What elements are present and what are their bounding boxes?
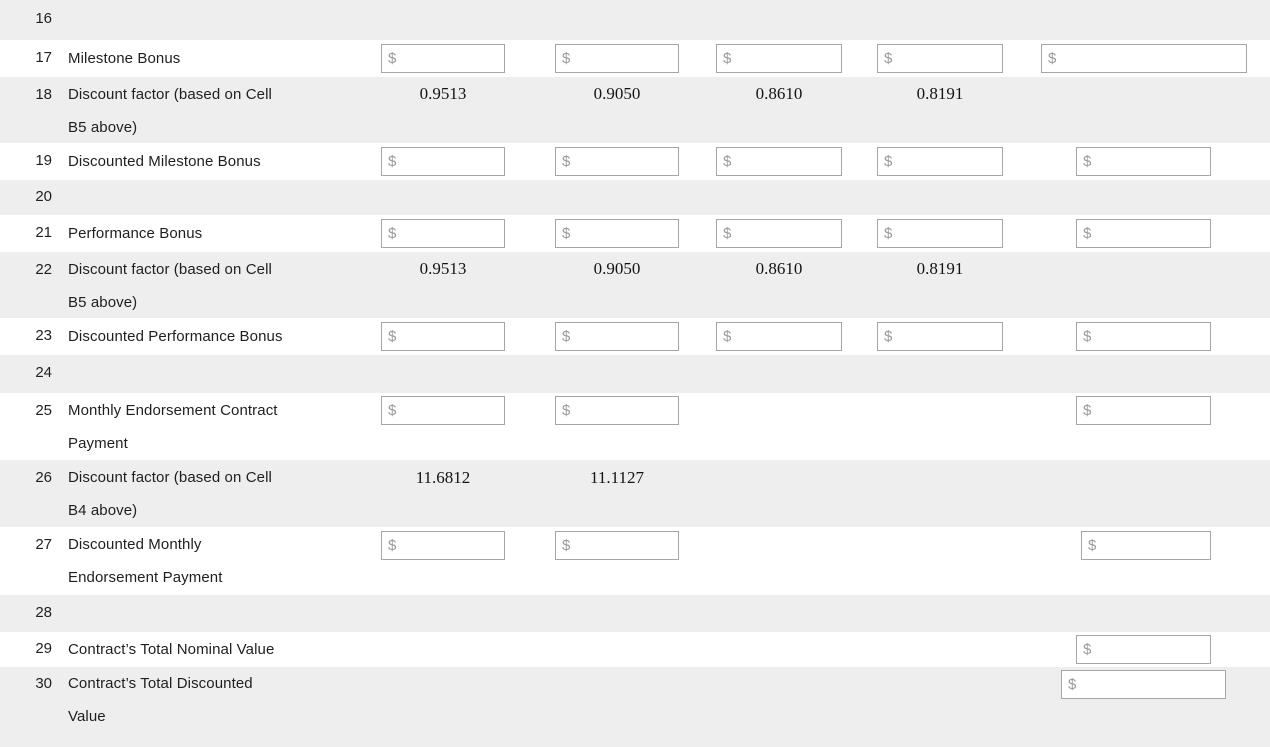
table-row: 17 Milestone Bonus xyxy=(0,40,1270,77)
row-label: Monthly Endorsement Contract Payment xyxy=(68,394,388,460)
discount-factor-monthly-year1: 11.6812 xyxy=(415,468,471,487)
row-number: 18 xyxy=(35,86,52,103)
discount-factor-perf-year2: 0.9050 xyxy=(593,259,641,278)
performance-bonus-year2-input[interactable] xyxy=(555,219,679,248)
row-label-line1: Monthly Endorsement Contract xyxy=(68,402,278,419)
row-number: 28 xyxy=(35,604,52,621)
monthly-endorsement-year1-input[interactable] xyxy=(381,396,505,425)
discounted-milestone-year4-input[interactable] xyxy=(877,147,1003,176)
row-number: 29 xyxy=(35,640,52,657)
performance-bonus-year3-input[interactable] xyxy=(716,219,842,248)
total-discounted-value-input[interactable] xyxy=(1061,670,1226,699)
discounted-monthly-year1-input[interactable] xyxy=(381,531,505,560)
row-number: 16 xyxy=(35,10,52,27)
discounted-milestone-total-input[interactable] xyxy=(1076,147,1211,176)
discount-factor-year1: 0.9513 xyxy=(419,84,467,103)
row-label: Performance Bonus xyxy=(68,225,203,242)
discounted-milestone-year1-input[interactable] xyxy=(381,147,505,176)
discounted-performance-year3-input[interactable] xyxy=(716,322,842,351)
row-label: Discount factor (based on Cell B5 above) xyxy=(68,253,368,319)
discounted-performance-year1-input[interactable] xyxy=(381,322,505,351)
performance-bonus-year4-input[interactable] xyxy=(877,219,1003,248)
table-row: 23 Discounted Performance Bonus xyxy=(0,318,1270,355)
row-label-line1: Discount factor (based on Cell xyxy=(68,86,272,103)
row-label: Milestone Bonus xyxy=(68,50,181,67)
discounted-milestone-year2-input[interactable] xyxy=(555,147,679,176)
row-label: Discount factor (based on Cell B5 above) xyxy=(68,78,368,144)
table-row: 25 Monthly Endorsement Contract Payment xyxy=(0,393,1270,460)
row-label-line2: Value xyxy=(68,708,106,725)
row-number: 23 xyxy=(35,327,52,344)
table-row: 21 Performance Bonus xyxy=(0,215,1270,252)
row-number: 20 xyxy=(35,188,52,205)
row-label-line2: B5 above) xyxy=(68,294,138,311)
discounted-performance-year4-input[interactable] xyxy=(877,322,1003,351)
row-label: Discounted Monthly Endorsement Payment xyxy=(68,528,398,594)
milestone-bonus-total-input[interactable] xyxy=(1041,44,1247,73)
table-row: 24 xyxy=(0,355,1270,393)
row-label: Discounted Milestone Bonus xyxy=(68,153,261,170)
discounted-performance-total-input[interactable] xyxy=(1076,322,1211,351)
row-number: 19 xyxy=(35,152,52,169)
row-number: 21 xyxy=(35,224,52,241)
row-label-line1: Discount factor (based on Cell xyxy=(68,261,272,278)
row-number: 24 xyxy=(35,364,52,381)
row-label-line2: Endorsement Payment xyxy=(68,569,223,586)
row-number: 22 xyxy=(35,261,52,278)
table-row: 22 Discount factor (based on Cell B5 abo… xyxy=(0,252,1270,318)
discounted-monthly-total-input[interactable] xyxy=(1081,531,1211,560)
row-label-line1: Discounted Monthly xyxy=(68,536,202,553)
table-row: 16 xyxy=(0,0,1270,40)
row-number: 27 xyxy=(35,536,52,553)
discounted-milestone-year3-input[interactable] xyxy=(716,147,842,176)
performance-bonus-total-input[interactable] xyxy=(1076,219,1211,248)
row-label-line1: Discount factor (based on Cell xyxy=(68,469,272,486)
row-number: 30 xyxy=(35,675,52,692)
discount-factor-monthly-year2: 11.1127 xyxy=(590,468,644,487)
row-label: Contract’s Total Discounted Value xyxy=(68,667,398,733)
spreadsheet-worksheet: 16 17 Milestone Bonus 18 Discount factor… xyxy=(0,0,1270,747)
table-row: 29 Contract’s Total Nominal Value xyxy=(0,632,1270,667)
monthly-endorsement-total-input[interactable] xyxy=(1076,396,1211,425)
discount-factor-perf-year3: 0.8610 xyxy=(755,259,803,278)
row-number: 25 xyxy=(35,402,52,419)
discount-factor-year3: 0.8610 xyxy=(755,84,803,103)
table-row: 20 xyxy=(0,180,1270,215)
discounted-monthly-year2-input[interactable] xyxy=(555,531,679,560)
row-label: Contract’s Total Nominal Value xyxy=(68,641,275,658)
row-label-line2: B5 above) xyxy=(68,119,138,136)
milestone-bonus-year4-input[interactable] xyxy=(877,44,1003,73)
milestone-bonus-year2-input[interactable] xyxy=(555,44,679,73)
table-row: 26 Discount factor (based on Cell B4 abo… xyxy=(0,460,1270,527)
discount-factor-year2: 0.9050 xyxy=(593,84,641,103)
discounted-performance-year2-input[interactable] xyxy=(555,322,679,351)
total-nominal-value-input[interactable] xyxy=(1076,635,1211,664)
row-label-line1: Contract’s Total Discounted xyxy=(68,675,253,692)
milestone-bonus-year3-input[interactable] xyxy=(716,44,842,73)
row-label-line2: B4 above) xyxy=(68,502,138,519)
table-row: 28 xyxy=(0,595,1270,632)
table-row: 18 Discount factor (based on Cell B5 abo… xyxy=(0,77,1270,143)
row-label-line2: Payment xyxy=(68,435,128,452)
discount-factor-perf-year1: 0.9513 xyxy=(419,259,467,278)
row-number: 17 xyxy=(35,49,52,66)
discount-factor-year4: 0.8191 xyxy=(916,84,964,103)
performance-bonus-year1-input[interactable] xyxy=(381,219,505,248)
discount-factor-perf-year4: 0.8191 xyxy=(916,259,964,278)
row-label: Discount factor (based on Cell B4 above) xyxy=(68,461,368,527)
milestone-bonus-year1-input[interactable] xyxy=(381,44,505,73)
row-label: Discounted Performance Bonus xyxy=(68,328,283,345)
row-number: 26 xyxy=(35,469,52,486)
monthly-endorsement-year2-input[interactable] xyxy=(555,396,679,425)
table-row: 30 Contract’s Total Discounted Value xyxy=(0,667,1270,747)
table-row: 27 Discounted Monthly Endorsement Paymen… xyxy=(0,527,1270,595)
table-row: 19 Discounted Milestone Bonus xyxy=(0,143,1270,180)
